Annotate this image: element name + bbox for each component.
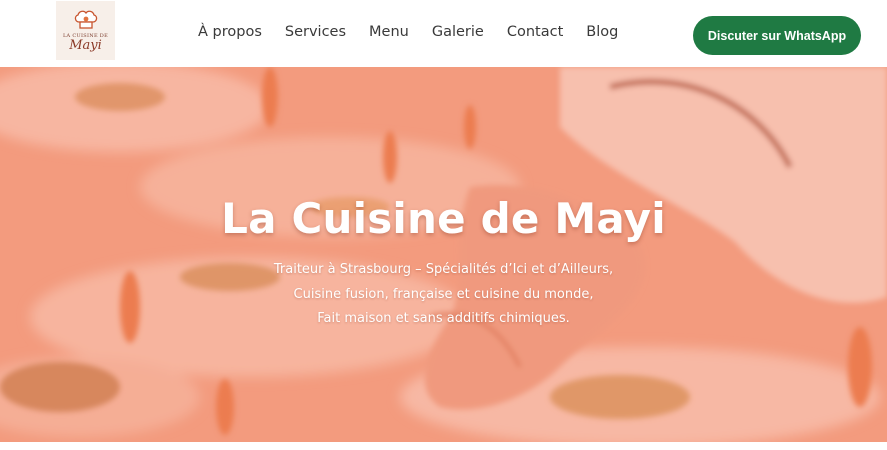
nav-link-menu[interactable]: Menu [369, 22, 409, 42]
nav-link-a-propos[interactable]: À propos [198, 22, 262, 42]
nav-link-blog[interactable]: Blog [586, 22, 618, 42]
hero-subtitle-line: Cuisine fusion, française et cuisine du … [293, 286, 594, 302]
hero-title: La Cuisine de Mayi [221, 194, 666, 243]
hero-subtitle: Traiteur à Strasbourg – Spécialités d’Ic… [0, 258, 887, 332]
hero-subtitle-line: Fait maison et sans additifs chimiques. [317, 311, 570, 326]
hero-section: La Cuisine de Mayi Traiteur à Strasbourg… [0, 67, 887, 442]
nav-link-services[interactable]: Services [285, 22, 346, 42]
site-logo[interactable]: LA CUISINE DE Mayi [56, 1, 115, 60]
hero-subtitle-line: Traiteur à Strasbourg – Spécialités d’Ic… [273, 262, 614, 277]
site-header: LA CUISINE DE Mayi À propos Services Men… [0, 0, 887, 67]
nav-link-contact[interactable]: Contact [507, 22, 563, 42]
nav-link-galerie[interactable]: Galerie [432, 22, 484, 42]
hero-tint-overlay [0, 67, 887, 442]
logo-brand: Mayi [69, 37, 102, 53]
page-bottom-strip [0, 442, 887, 450]
whatsapp-button[interactable]: Discuter sur WhatsApp [693, 16, 861, 55]
chef-hat-icon [74, 10, 97, 29]
main-nav: À propos Services Menu Galerie Contact B… [198, 22, 641, 42]
